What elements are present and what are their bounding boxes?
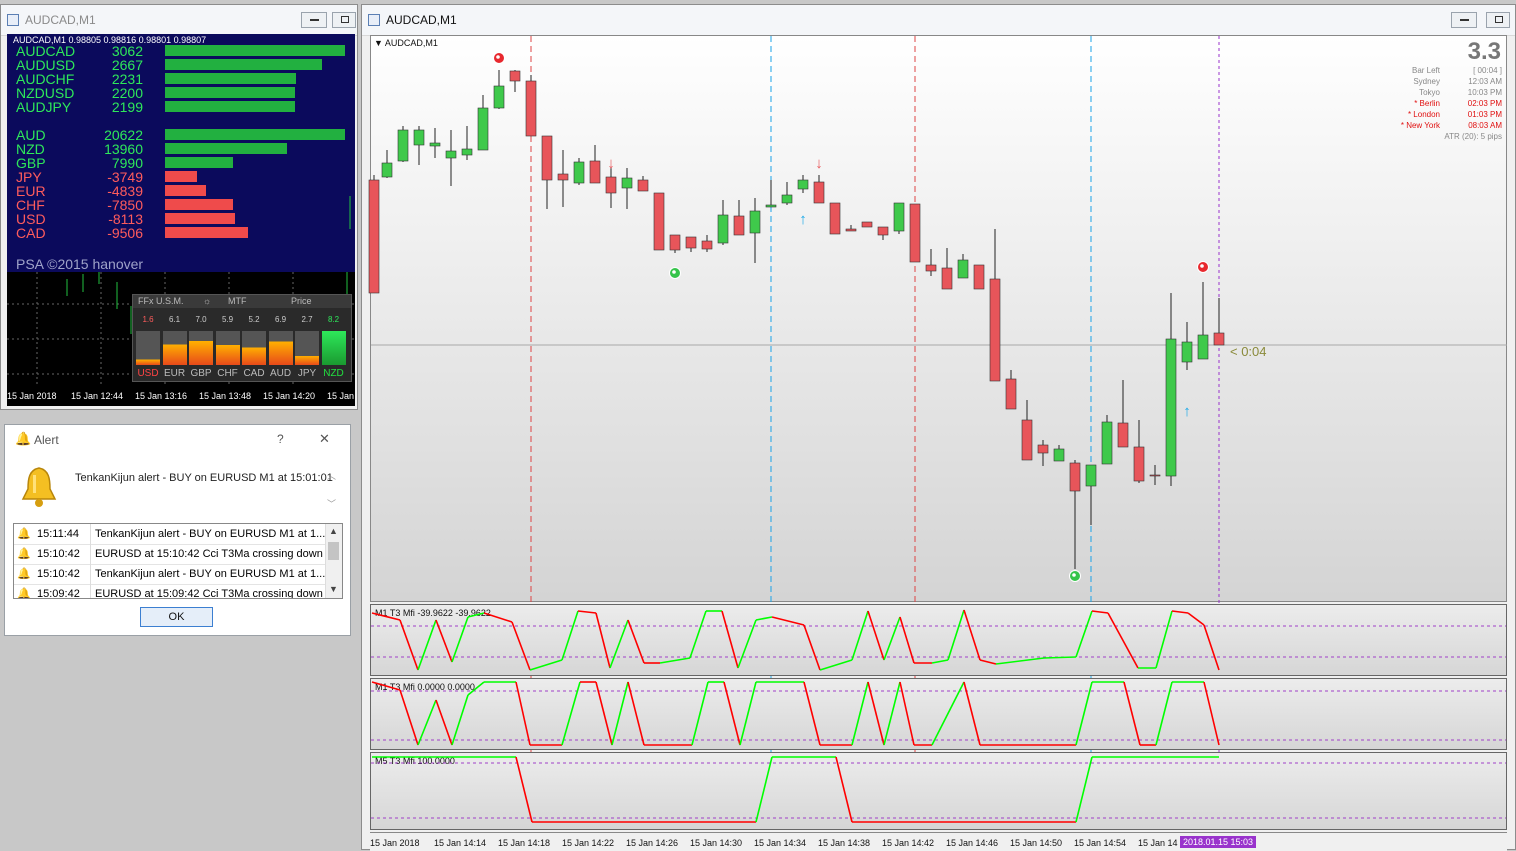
time-axis-label: 15 Jan 14 xyxy=(1138,838,1178,848)
oscillator-segment xyxy=(883,681,901,746)
oscillator-segment xyxy=(755,756,773,823)
oscillator-segment xyxy=(515,756,533,823)
oscillator-segment xyxy=(399,689,419,746)
oscillator-segment xyxy=(399,619,419,671)
oscillator-segment xyxy=(899,616,915,664)
oscillator-segment xyxy=(659,657,691,664)
time-axis-label: 15 Jan 14:50 xyxy=(1010,838,1063,848)
oscillator-segment xyxy=(771,616,805,626)
oscillator-segment xyxy=(511,621,531,671)
oscillator-segment xyxy=(577,610,597,614)
time-axis-label: 15 Jan 14:26 xyxy=(626,838,679,848)
oscillator-segment xyxy=(451,616,469,663)
oscillator-segment xyxy=(561,610,579,661)
oscillator-segment xyxy=(1123,681,1141,746)
oscillator-segment xyxy=(1171,610,1189,614)
oscillator-segment xyxy=(417,699,437,746)
oscillator-segment xyxy=(371,612,401,621)
oscillator-segment xyxy=(467,681,485,696)
oscillator-segment xyxy=(689,610,707,659)
oscillator-segment xyxy=(883,616,901,661)
oscillator-segment xyxy=(691,681,709,746)
oscillator-lines xyxy=(371,609,1506,823)
oscillator-segment xyxy=(609,619,629,669)
oscillator-segment xyxy=(1155,610,1173,669)
oscillator-segment xyxy=(435,699,453,746)
oscillator-segment xyxy=(851,610,869,661)
oscillator-segment xyxy=(451,694,469,746)
oscillator-segment xyxy=(467,612,485,618)
oscillator-segment xyxy=(483,612,513,623)
oscillator-segment xyxy=(371,681,401,691)
oscillator-segment xyxy=(1091,610,1109,614)
time-axis-label: 15 Jan 14:22 xyxy=(562,838,615,848)
oscillator-segment xyxy=(529,659,563,671)
time-axis-label: 15 Jan 14:30 xyxy=(690,838,743,848)
oscillator-segment xyxy=(931,659,949,664)
time-axis-label: 15 Jan 2018 xyxy=(370,838,420,848)
oscillator-segment xyxy=(979,659,997,665)
oscillator-segment xyxy=(737,619,757,669)
oscillator-segment xyxy=(1075,681,1093,746)
oscillator-segment xyxy=(867,610,885,661)
time-axis-label: 15 Jan 14:46 xyxy=(946,838,999,848)
time-axis-label: 15 Jan 14:18 xyxy=(498,838,551,848)
time-axis-label: 15 Jan 14:54 xyxy=(1074,838,1127,848)
oscillator-segment xyxy=(947,609,965,661)
oscillator-segment xyxy=(1187,612,1205,626)
oscillator-segment xyxy=(739,681,757,746)
time-axis-label: 15 Jan 14:38 xyxy=(818,838,871,848)
oscillator-segment xyxy=(995,657,1045,665)
time-axis-label: 15 Jan 14:14 xyxy=(434,838,487,848)
oscillator-segment xyxy=(595,612,611,669)
time-axis-label: 15 Jan 14:34 xyxy=(754,838,807,848)
oscillator-segment xyxy=(803,624,821,671)
oscillator-segment xyxy=(1075,756,1093,823)
oscillator-segment xyxy=(1043,656,1077,659)
time-axis-label: 15 Jan 14:42 xyxy=(882,838,935,848)
oscillator-segment xyxy=(1203,624,1220,671)
oscillator-segment xyxy=(963,609,981,661)
oscillator-segment xyxy=(835,756,853,823)
oscillator-segment xyxy=(721,610,739,669)
oscillator-segment xyxy=(819,659,853,671)
oscillator-segment xyxy=(595,681,613,746)
oscillator-segment xyxy=(1075,610,1093,658)
oscillator-segment xyxy=(417,619,437,671)
oscillator-segment xyxy=(1107,612,1139,669)
current-time-marker: 2018.01.15 15:03 xyxy=(1180,836,1257,848)
oscillator-segment xyxy=(755,616,773,621)
